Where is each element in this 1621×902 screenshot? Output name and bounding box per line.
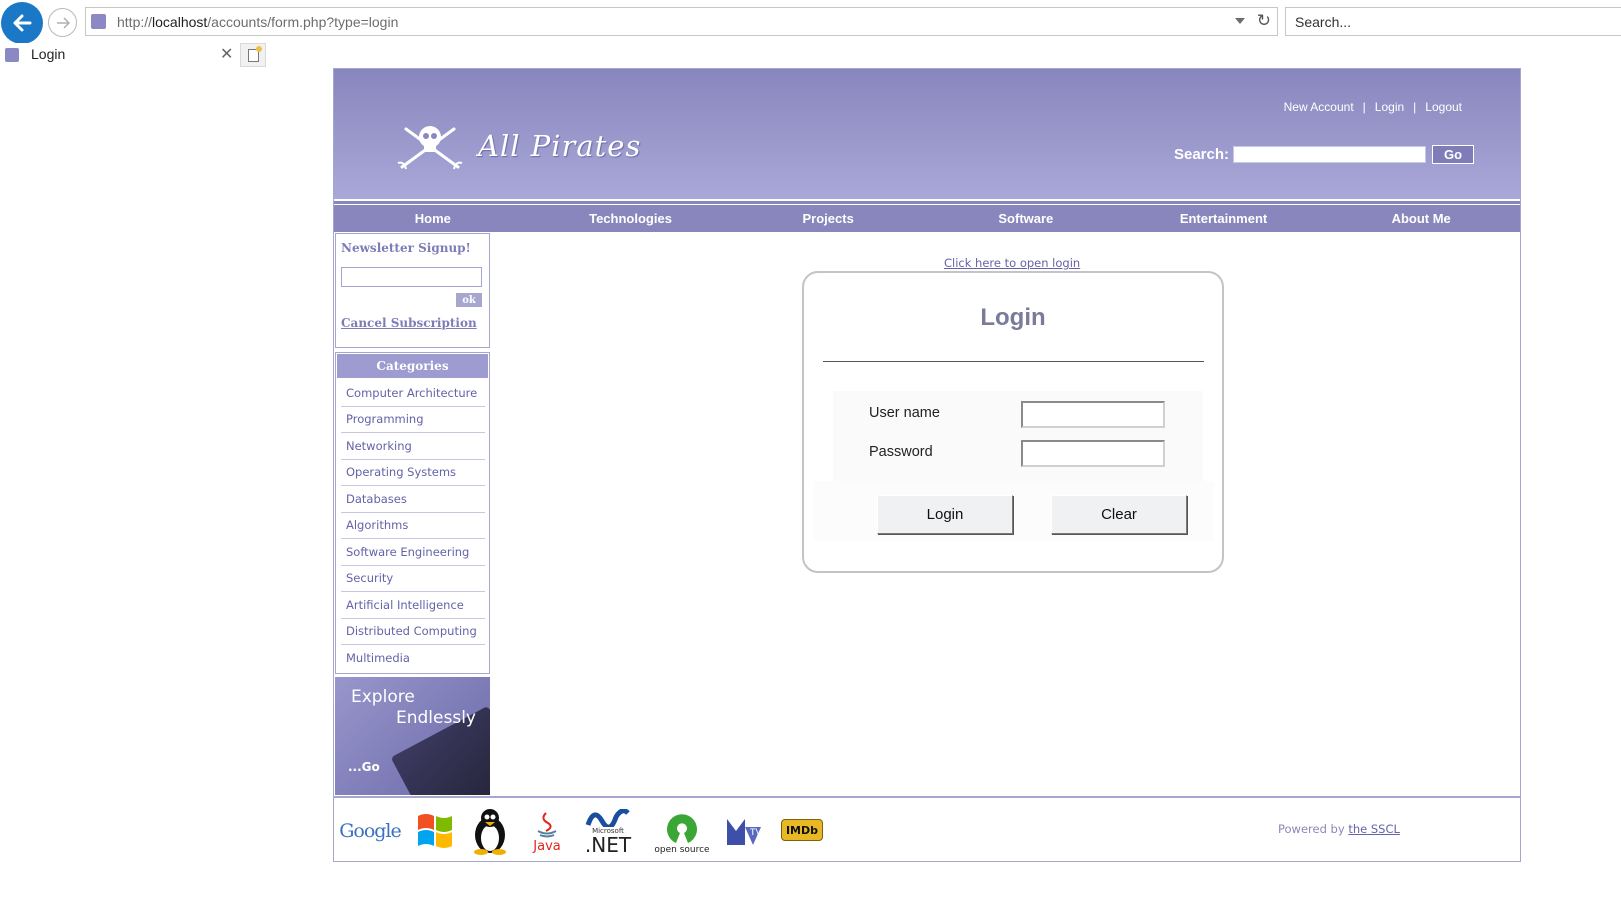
category-artificial-intelligence[interactable]: Artificial Intelligence	[341, 592, 485, 619]
category-software-engineering[interactable]: Software Engineering	[341, 539, 485, 566]
tab-favicon-icon	[5, 48, 19, 62]
newsletter-email-input[interactable]	[341, 267, 482, 287]
password-label: Password	[869, 444, 933, 460]
powered-by-text: Powered by the SSCL	[1278, 822, 1400, 836]
category-multimedia[interactable]: Multimedia	[341, 645, 485, 672]
back-arrow-icon	[13, 14, 32, 32]
refresh-icon[interactable]: ↻	[1257, 11, 1271, 31]
login-button-row: Login Clear	[814, 481, 1214, 541]
explore-banner[interactable]: Explore Endlessly ...Go	[335, 677, 490, 795]
username-input[interactable]	[1021, 401, 1165, 428]
categories-list: Computer Architecture Programming Networ…	[341, 380, 485, 672]
tab-strip: Login ✕	[0, 43, 1621, 67]
login-divider	[823, 361, 1204, 362]
forward-arrow-icon	[56, 16, 70, 29]
new-account-link[interactable]: New Account	[1284, 100, 1354, 114]
nav-home[interactable]: Home	[334, 205, 532, 232]
banner-line-1: Explore	[351, 687, 415, 707]
category-algorithms[interactable]: Algorithms	[341, 513, 485, 539]
login-link[interactable]: Login	[1375, 100, 1404, 114]
site-footer: Google Java Microsoft .NET open source T…	[334, 798, 1520, 861]
categories-panel: Categories Computer Architecture Program…	[335, 352, 490, 674]
banner-line-2: Endlessly	[396, 708, 476, 728]
login-title: Login	[980, 304, 1046, 331]
nav-technologies[interactable]: Technologies	[532, 205, 730, 232]
site-search: Search: Go	[1174, 145, 1474, 164]
mtv-logo[interactable]: TV	[724, 812, 768, 848]
svg-text:TV: TV	[749, 828, 762, 838]
banner-go-link[interactable]: ...Go	[348, 760, 380, 774]
java-logo[interactable]: Java	[530, 806, 564, 858]
nav-software[interactable]: Software	[927, 205, 1125, 232]
tab-login[interactable]: Login ✕	[0, 43, 238, 67]
search-go-button[interactable]: Go	[1432, 145, 1474, 164]
url-text[interactable]: http://localhost/accounts/form.php?type=…	[117, 14, 398, 30]
newsletter-title: Newsletter Signup!	[341, 241, 471, 255]
open-source-logo[interactable]: open source	[651, 810, 713, 858]
site-header: All Pirates New Account | Login | Logout Sea…	[334, 69, 1520, 199]
category-programming[interactable]: Programming	[341, 407, 485, 433]
login-button[interactable]: Login	[877, 495, 1013, 534]
nav-entertainment[interactable]: Entertainment	[1125, 205, 1323, 232]
site-favicon-icon	[91, 14, 106, 29]
dotnet-logo[interactable]: Microsoft .NET	[581, 806, 635, 858]
nav-divider	[334, 201, 1520, 204]
newsletter-ok-button[interactable]: ok	[456, 293, 482, 307]
new-tab-button[interactable]	[240, 43, 266, 67]
category-security[interactable]: Security	[341, 566, 485, 592]
sscl-link[interactable]: the SSCL	[1348, 822, 1400, 836]
login-fields: User name Password	[833, 391, 1203, 481]
newsletter-panel: Newsletter Signup! ok Cancel Subscriptio…	[335, 233, 490, 348]
tab-title: Login	[31, 46, 66, 62]
category-computer-architecture[interactable]: Computer Architecture	[341, 380, 485, 407]
browser-search-placeholder: Search...	[1295, 14, 1352, 30]
google-logo[interactable]: Google	[339, 816, 402, 846]
browser-search-box[interactable]: Search...	[1285, 7, 1621, 36]
category-distributed-computing[interactable]: Distributed Computing	[341, 619, 485, 645]
site-container: All Pirates New Account | Login | Logout Sea…	[333, 68, 1521, 862]
category-databases[interactable]: Databases	[341, 486, 485, 513]
search-label: Search:	[1173, 146, 1229, 163]
password-input[interactable]	[1021, 440, 1165, 467]
site-search-input[interactable]	[1233, 146, 1426, 163]
close-tab-icon[interactable]: ✕	[220, 44, 233, 63]
category-networking[interactable]: Networking	[341, 433, 485, 460]
login-dialog: Login User name Password Login Clear	[802, 271, 1224, 573]
cancel-subscription-link[interactable]: Cancel Subscription	[341, 316, 477, 330]
skull-crossed-swords-icon	[397, 126, 463, 170]
browser-toolbar: http://localhost/accounts/form.php?type=…	[0, 0, 1621, 44]
address-bar[interactable]: http://localhost/accounts/form.php?type=…	[85, 7, 1278, 36]
account-links: New Account | Login | Logout	[1283, 100, 1462, 114]
logout-link[interactable]: Logout	[1425, 100, 1462, 114]
site-logo[interactable]: All Pirates	[396, 117, 641, 175]
logo-text: All Pirates	[478, 129, 642, 163]
imdb-logo[interactable]: IMDb	[781, 819, 823, 841]
new-tab-icon	[247, 45, 262, 62]
linux-tux-icon[interactable]	[468, 806, 512, 856]
username-label: User name	[869, 405, 940, 421]
windows-logo-icon[interactable]	[412, 808, 458, 852]
nav-projects[interactable]: Projects	[729, 205, 927, 232]
nav-about-me[interactable]: About Me	[1322, 205, 1520, 232]
clear-button[interactable]: Clear	[1051, 495, 1187, 534]
open-login-link[interactable]: Click here to open login	[944, 256, 1080, 270]
category-operating-systems[interactable]: Operating Systems	[341, 460, 485, 486]
forward-button[interactable]	[48, 8, 77, 37]
address-dropdown-icon[interactable]	[1235, 18, 1245, 24]
main-nav: Home Technologies Projects Software Ente…	[334, 205, 1520, 232]
back-button[interactable]	[1, 2, 43, 44]
categories-title: Categories	[337, 354, 488, 378]
